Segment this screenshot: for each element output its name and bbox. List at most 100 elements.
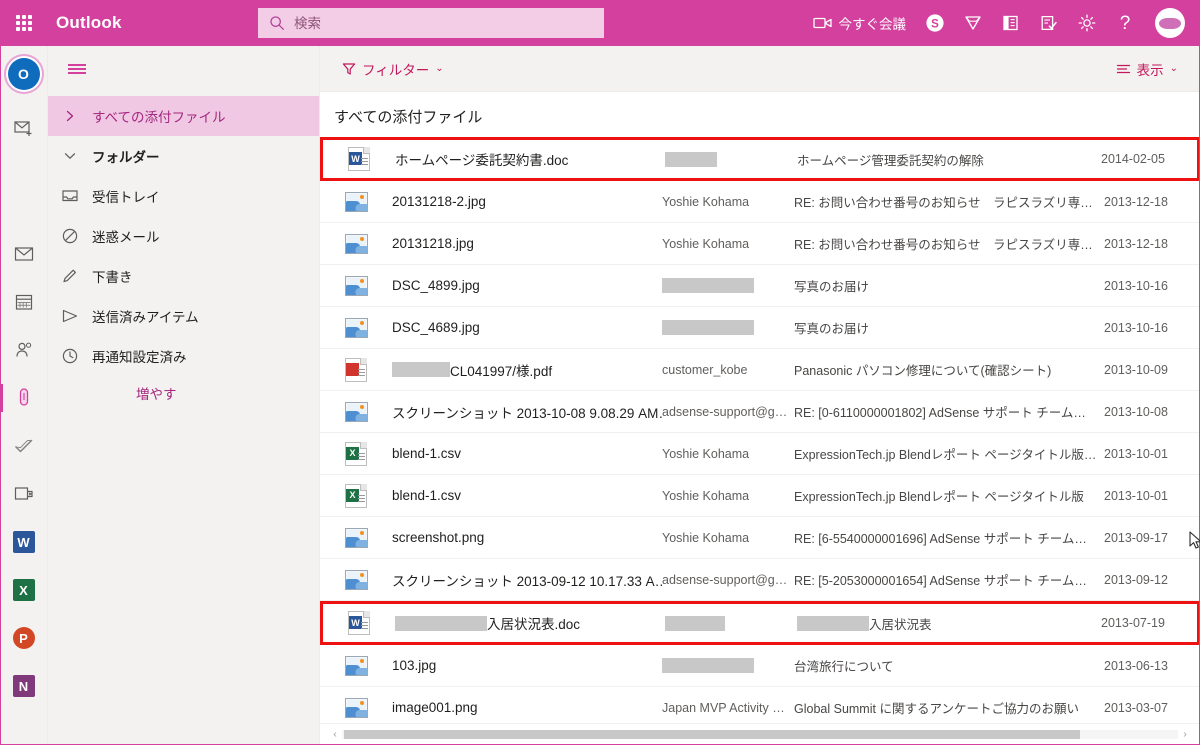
gear-glyph bbox=[1078, 14, 1096, 32]
avatar-circle bbox=[1155, 8, 1185, 38]
brand-title[interactable]: Outlook bbox=[48, 13, 122, 33]
help-icon[interactable]: ? bbox=[1106, 0, 1144, 46]
menu-icon[interactable] bbox=[62, 54, 92, 84]
hscroll-thumb[interactable] bbox=[344, 730, 1080, 739]
attachment-type-icon bbox=[320, 275, 392, 296]
diamond-icon[interactable] bbox=[954, 0, 992, 46]
rail-item-powerpoint[interactable]: P bbox=[0, 614, 48, 662]
attachment-list[interactable]: W ホームページ委託契約書.doc ホームページ管理委託契約の解除 2014-02-0… bbox=[320, 137, 1200, 723]
attachment-sender: adsense-support@g… bbox=[662, 572, 788, 587]
rail-item-people[interactable] bbox=[0, 326, 48, 374]
attachment-file-name: DSC_4689.jpg bbox=[392, 320, 480, 335]
attachment-sender: Yoshie Kohama bbox=[662, 194, 750, 209]
page-title: すべての添付ファイル bbox=[320, 92, 1200, 137]
attachment-row[interactable]: CL041997/様.pdf customer_kobe Panasonic パソコ… bbox=[320, 349, 1200, 391]
attachment-type-icon bbox=[320, 191, 392, 212]
rail-item-excel[interactable]: X bbox=[0, 566, 48, 614]
attachment-sender: Yoshie Kohama bbox=[662, 236, 750, 251]
tasks-icon[interactable] bbox=[1030, 0, 1068, 46]
attachment-subject: RE: お問い合わせ番号のお知らせ ラピスラズリ専… bbox=[794, 238, 1093, 252]
attachment-subject-cell: RE: [0-6110000001802] AdSense サポート チーム… bbox=[794, 402, 1104, 421]
rail-item-todo[interactable] bbox=[0, 422, 48, 470]
attachment-row[interactable]: Xblend-1.csv Yoshie Kohama ExpressionTech.… bbox=[320, 433, 1200, 475]
rail-item-onenote[interactable]: N bbox=[0, 662, 48, 710]
search-box[interactable] bbox=[258, 8, 604, 38]
redacted-text bbox=[665, 615, 725, 631]
redacted-text bbox=[395, 615, 487, 631]
sidebar-item-label: 下書き bbox=[92, 270, 133, 285]
attachment-row[interactable]: 103.jpg 台湾旅行について 2013-06-13 bbox=[320, 645, 1200, 687]
office-icon[interactable] bbox=[992, 0, 1030, 46]
attachment-row[interactable]: W 入居状況表.doc 入居状況表 2013-07-19 bbox=[320, 601, 1200, 645]
sidebar-item-snoozed[interactable]: 再通知設定済み bbox=[48, 336, 319, 376]
excel-icon: X bbox=[12, 579, 35, 601]
sidebar-item-drafts[interactable]: 下書き bbox=[48, 256, 319, 296]
horizontal-scrollbar[interactable]: ‹ › bbox=[320, 723, 1200, 745]
attachment-name-cell: image001.png bbox=[392, 700, 662, 715]
attachment-sender: Yoshie Kohama bbox=[662, 446, 750, 461]
svg-text:S: S bbox=[931, 18, 939, 30]
attachment-row[interactable]: screenshot.png Yoshie Kohama RE: [6-554000… bbox=[320, 517, 1200, 559]
clock-icon bbox=[48, 347, 92, 365]
sidebar-item-inbox[interactable]: 受信トレイ bbox=[48, 176, 319, 216]
avatar[interactable] bbox=[1144, 0, 1192, 46]
app-launcher-icon[interactable] bbox=[0, 0, 48, 46]
rail-item-word[interactable]: W bbox=[0, 518, 48, 566]
attachment-row[interactable]: 20131218.jpg Yoshie Kohama RE: お問い合わせ番号のお知… bbox=[320, 223, 1200, 265]
sidebar-item-more[interactable]: 増やす bbox=[48, 376, 319, 410]
attachment-subject: ExpressionTech.jp Blendレポート ページタイトル版 bbox=[794, 490, 1084, 504]
rail-item-attachments[interactable] bbox=[0, 374, 48, 422]
attachment-sender: Japan MVP Activity … bbox=[662, 700, 785, 715]
attachment-row[interactable]: 20131218-2.jpg Yoshie Kohama RE: お問い合わせ番号の… bbox=[320, 181, 1200, 223]
filter-button[interactable]: フィルター ⌄ bbox=[336, 55, 450, 83]
attachment-row[interactable]: Xblend-1.csv Yoshie Kohama ExpressionTech.… bbox=[320, 475, 1200, 517]
sidebar-item-folders[interactable]: フォルダー bbox=[48, 136, 319, 176]
excel-file-icon: X bbox=[345, 483, 367, 508]
view-button[interactable]: 表示 ⌄ bbox=[1110, 55, 1184, 83]
hscroll-track[interactable] bbox=[342, 730, 1178, 739]
attachment-type-icon bbox=[320, 317, 392, 338]
attachment-row[interactable]: image001.png Japan MVP Activity … Global S… bbox=[320, 687, 1200, 723]
attachment-row[interactable]: スクリーンショット 2013-09-12 10.17.33 A… adsense-… bbox=[320, 559, 1200, 601]
attachment-file-name: DSC_4899.jpg bbox=[392, 278, 480, 293]
sidebar-item-sent[interactable]: 送信済みアイテム bbox=[48, 296, 319, 336]
attachment-file-name: CL041997/様.pdf bbox=[450, 363, 553, 379]
attachment-sender-cell bbox=[662, 278, 794, 294]
chevron-right-icon bbox=[48, 110, 92, 122]
rail-item-new-mail[interactable] bbox=[0, 104, 48, 152]
filter-label: フィルター bbox=[362, 62, 430, 78]
meet-now-button[interactable]: 今すぐ会議 bbox=[807, 0, 917, 46]
scroll-left-arrow[interactable]: ‹ bbox=[328, 729, 342, 740]
attachment-sender: Yoshie Kohama bbox=[662, 488, 750, 503]
skype-icon[interactable]: S bbox=[916, 0, 954, 46]
app-rail: O W X P N bbox=[0, 46, 48, 745]
sidebar-item-all-attachments[interactable]: すべての添付ファイル bbox=[48, 96, 319, 136]
image-file-icon bbox=[344, 275, 368, 296]
attachment-row[interactable]: W ホームページ委託契約書.doc ホームページ管理委託契約の解除 2014-02-0… bbox=[320, 137, 1200, 181]
image-file-icon bbox=[344, 655, 368, 676]
rail-item-bookings[interactable] bbox=[0, 470, 48, 518]
attachment-date: 2013-10-16 bbox=[1104, 278, 1168, 293]
attachment-sender: customer_kobe bbox=[662, 362, 748, 377]
attachment-file-name: 入居状況表.doc bbox=[487, 617, 581, 632]
sidebar-item-junk[interactable]: 迷惑メール bbox=[48, 216, 319, 256]
attachment-file-name: 103.jpg bbox=[392, 658, 437, 673]
attachment-subject-cell: Panasonic パソコン修理について(確認シート) bbox=[794, 360, 1104, 379]
attachment-date: 2013-10-09 bbox=[1104, 362, 1168, 377]
attachment-date: 2013-03-07 bbox=[1104, 700, 1168, 715]
rail-item-calendar[interactable] bbox=[0, 278, 48, 326]
attachment-row[interactable]: DSC_4689.jpg 写真のお届け 2013-10-16 bbox=[320, 307, 1200, 349]
attachment-name-cell: スクリーンショット 2013-09-12 10.17.33 A… bbox=[392, 570, 662, 590]
attachment-row[interactable]: スクリーンショット 2013-10-08 9.08.29 AM… adsense-… bbox=[320, 391, 1200, 433]
rail-item-mail[interactable] bbox=[0, 230, 48, 278]
attachment-name-cell: ホームページ委託契約書.doc bbox=[395, 149, 665, 169]
attachment-name-cell: blend-1.csv bbox=[392, 488, 662, 503]
pencil-icon bbox=[48, 267, 92, 285]
settings-gear-icon[interactable] bbox=[1068, 0, 1106, 46]
attachment-type-icon bbox=[320, 357, 392, 382]
search-input[interactable] bbox=[294, 15, 574, 31]
word-file-icon: W bbox=[348, 147, 370, 171]
scroll-right-arrow[interactable]: › bbox=[1178, 729, 1192, 740]
rail-item-outlook-logo[interactable]: O bbox=[0, 50, 48, 98]
attachment-row[interactable]: DSC_4899.jpg 写真のお届け 2013-10-16 bbox=[320, 265, 1200, 307]
